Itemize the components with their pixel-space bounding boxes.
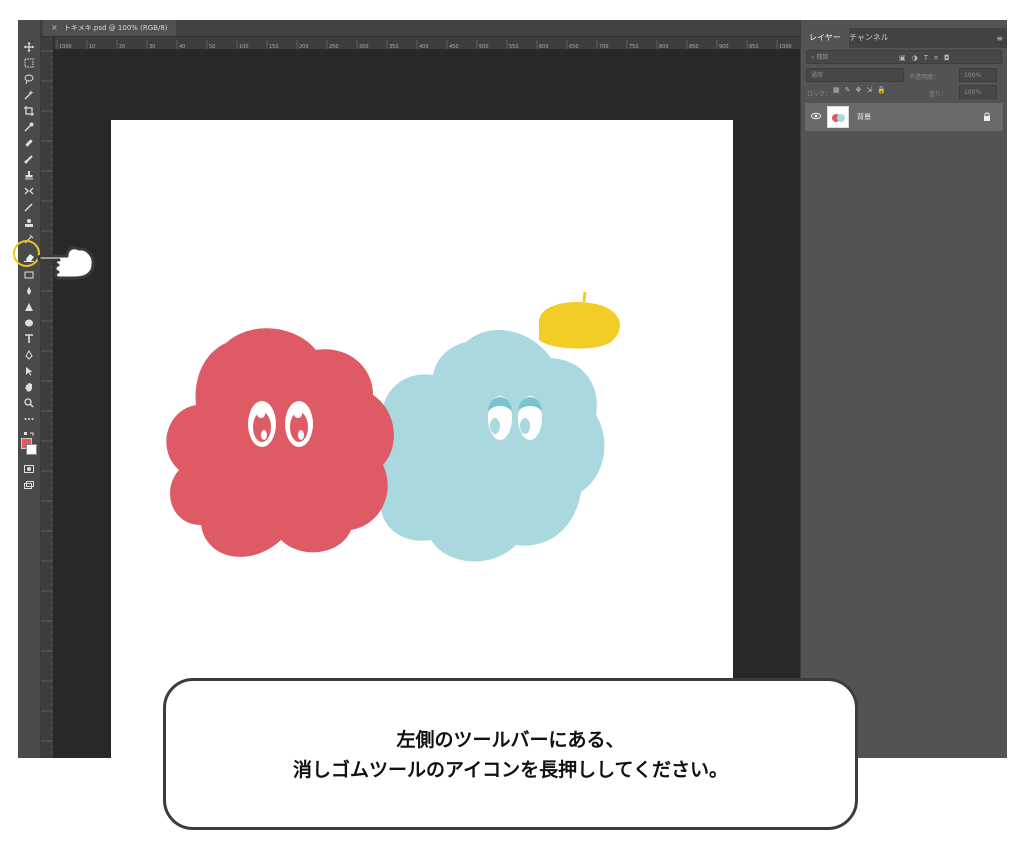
instruction-caption: 左側のツールバーにある、 消しゴムツールのアイコンを長押ししてください。 bbox=[163, 678, 858, 830]
layers-panel: レイヤー チャンネル ≡ ⌕ 種類 ▣◑T⌗◘ 通常 不透明度： 100% ロッ… bbox=[800, 20, 1007, 758]
canvas-viewport[interactable] bbox=[54, 50, 806, 758]
red-blob-character bbox=[166, 328, 394, 557]
magic-wand-icon[interactable] bbox=[20, 88, 38, 102]
beret bbox=[538, 302, 620, 349]
document-tab-bar: × トキメキ.psd @ 100% (RGB/8) bbox=[41, 20, 806, 37]
panel-tab-bar: レイヤー チャンネル ≡ bbox=[801, 28, 1007, 48]
caption-line-1: 左側のツールバーにある、 bbox=[396, 729, 625, 751]
clone-stamp-icon[interactable] bbox=[20, 168, 38, 182]
eyedropper-icon[interactable] bbox=[20, 120, 38, 134]
gradient-icon[interactable] bbox=[20, 268, 38, 282]
quick-mask-icon[interactable] bbox=[20, 462, 38, 476]
move-icon[interactable] bbox=[20, 40, 38, 54]
caption-line-2: 消しゴムツールのアイコンを長押ししてください。 bbox=[293, 759, 728, 781]
history-brush-icon[interactable] bbox=[20, 184, 38, 198]
horizontal-ruler[interactable]: 1000 10 20 30 40 50 100 150 200 250 300 350 400 450 50… bbox=[53, 37, 806, 50]
eraser-highlight-circle bbox=[13, 240, 40, 267]
pen-icon[interactable] bbox=[20, 348, 38, 362]
crop-icon[interactable] bbox=[20, 104, 38, 118]
layer-thumbnail bbox=[827, 106, 849, 128]
layer-name[interactable]: 背景 bbox=[857, 103, 871, 131]
blue-blob-character bbox=[366, 330, 605, 562]
marquee-icon[interactable] bbox=[20, 56, 38, 70]
illustration bbox=[166, 291, 620, 562]
zoom-icon[interactable] bbox=[20, 396, 38, 410]
close-icon[interactable]: × bbox=[51, 23, 58, 32]
brush-icon[interactable] bbox=[20, 152, 38, 166]
layer-row[interactable]: 背景 bbox=[805, 103, 1003, 131]
screen-mode-icon[interactable] bbox=[20, 478, 38, 492]
document-tab[interactable]: × トキメキ.psd @ 100% (RGB/8) bbox=[43, 20, 176, 36]
background-color-swatch[interactable] bbox=[26, 444, 37, 455]
filter-icons[interactable]: ▣◑T⌗◘ bbox=[899, 51, 955, 65]
lock-label: ロック： bbox=[807, 91, 832, 98]
type-icon[interactable] bbox=[20, 332, 38, 346]
blur-icon[interactable] bbox=[20, 284, 38, 298]
hand-icon[interactable] bbox=[20, 380, 38, 394]
healing-brush-icon[interactable] bbox=[20, 136, 38, 150]
sponge-icon[interactable] bbox=[20, 316, 38, 330]
tab-channels[interactable]: チャンネル bbox=[841, 28, 897, 48]
sharpen-icon[interactable] bbox=[20, 300, 38, 314]
opacity-input[interactable]: 100% bbox=[959, 68, 997, 82]
fill-label: 塗り： bbox=[929, 91, 948, 98]
artboard-canvas[interactable] bbox=[111, 120, 733, 758]
document-area: × トキメキ.psd @ 100% (RGB/8) 1000 10 20 30 40 50 1… bbox=[41, 20, 806, 758]
path-selection-icon[interactable] bbox=[20, 364, 38, 378]
pencil-icon[interactable] bbox=[20, 200, 38, 214]
photoshop-window: × トキメキ.psd @ 100% (RGB/8) 1000 10 20 30 40 50 1… bbox=[18, 20, 1007, 758]
document-title: トキメキ.psd @ 100% (RGB/8) bbox=[63, 24, 168, 32]
pointing-hand-icon bbox=[37, 246, 95, 280]
panel-menu-icon[interactable]: ≡ bbox=[996, 34, 1003, 43]
stamp-icon[interactable] bbox=[20, 216, 38, 230]
visibility-eye-icon[interactable] bbox=[811, 112, 821, 120]
opacity-label: 不透明度： bbox=[909, 74, 940, 81]
tools-panel bbox=[18, 20, 41, 758]
blend-mode-select[interactable]: 通常 bbox=[806, 68, 904, 82]
layer-filter-field[interactable]: ⌕ 種類 ▣◑T⌗◘ bbox=[806, 50, 1002, 64]
more-icon[interactable] bbox=[20, 412, 38, 426]
lasso-icon[interactable] bbox=[20, 72, 38, 86]
lock-icon bbox=[984, 112, 990, 121]
fill-input[interactable]: 100% bbox=[959, 85, 997, 99]
vertical-ruler[interactable] bbox=[41, 37, 54, 758]
lock-icons[interactable]: ▦✎✥⇲🔒 bbox=[833, 86, 891, 94]
search-icon: ⌕ bbox=[811, 54, 815, 61]
layer-filter-label: 種類 bbox=[816, 54, 829, 61]
